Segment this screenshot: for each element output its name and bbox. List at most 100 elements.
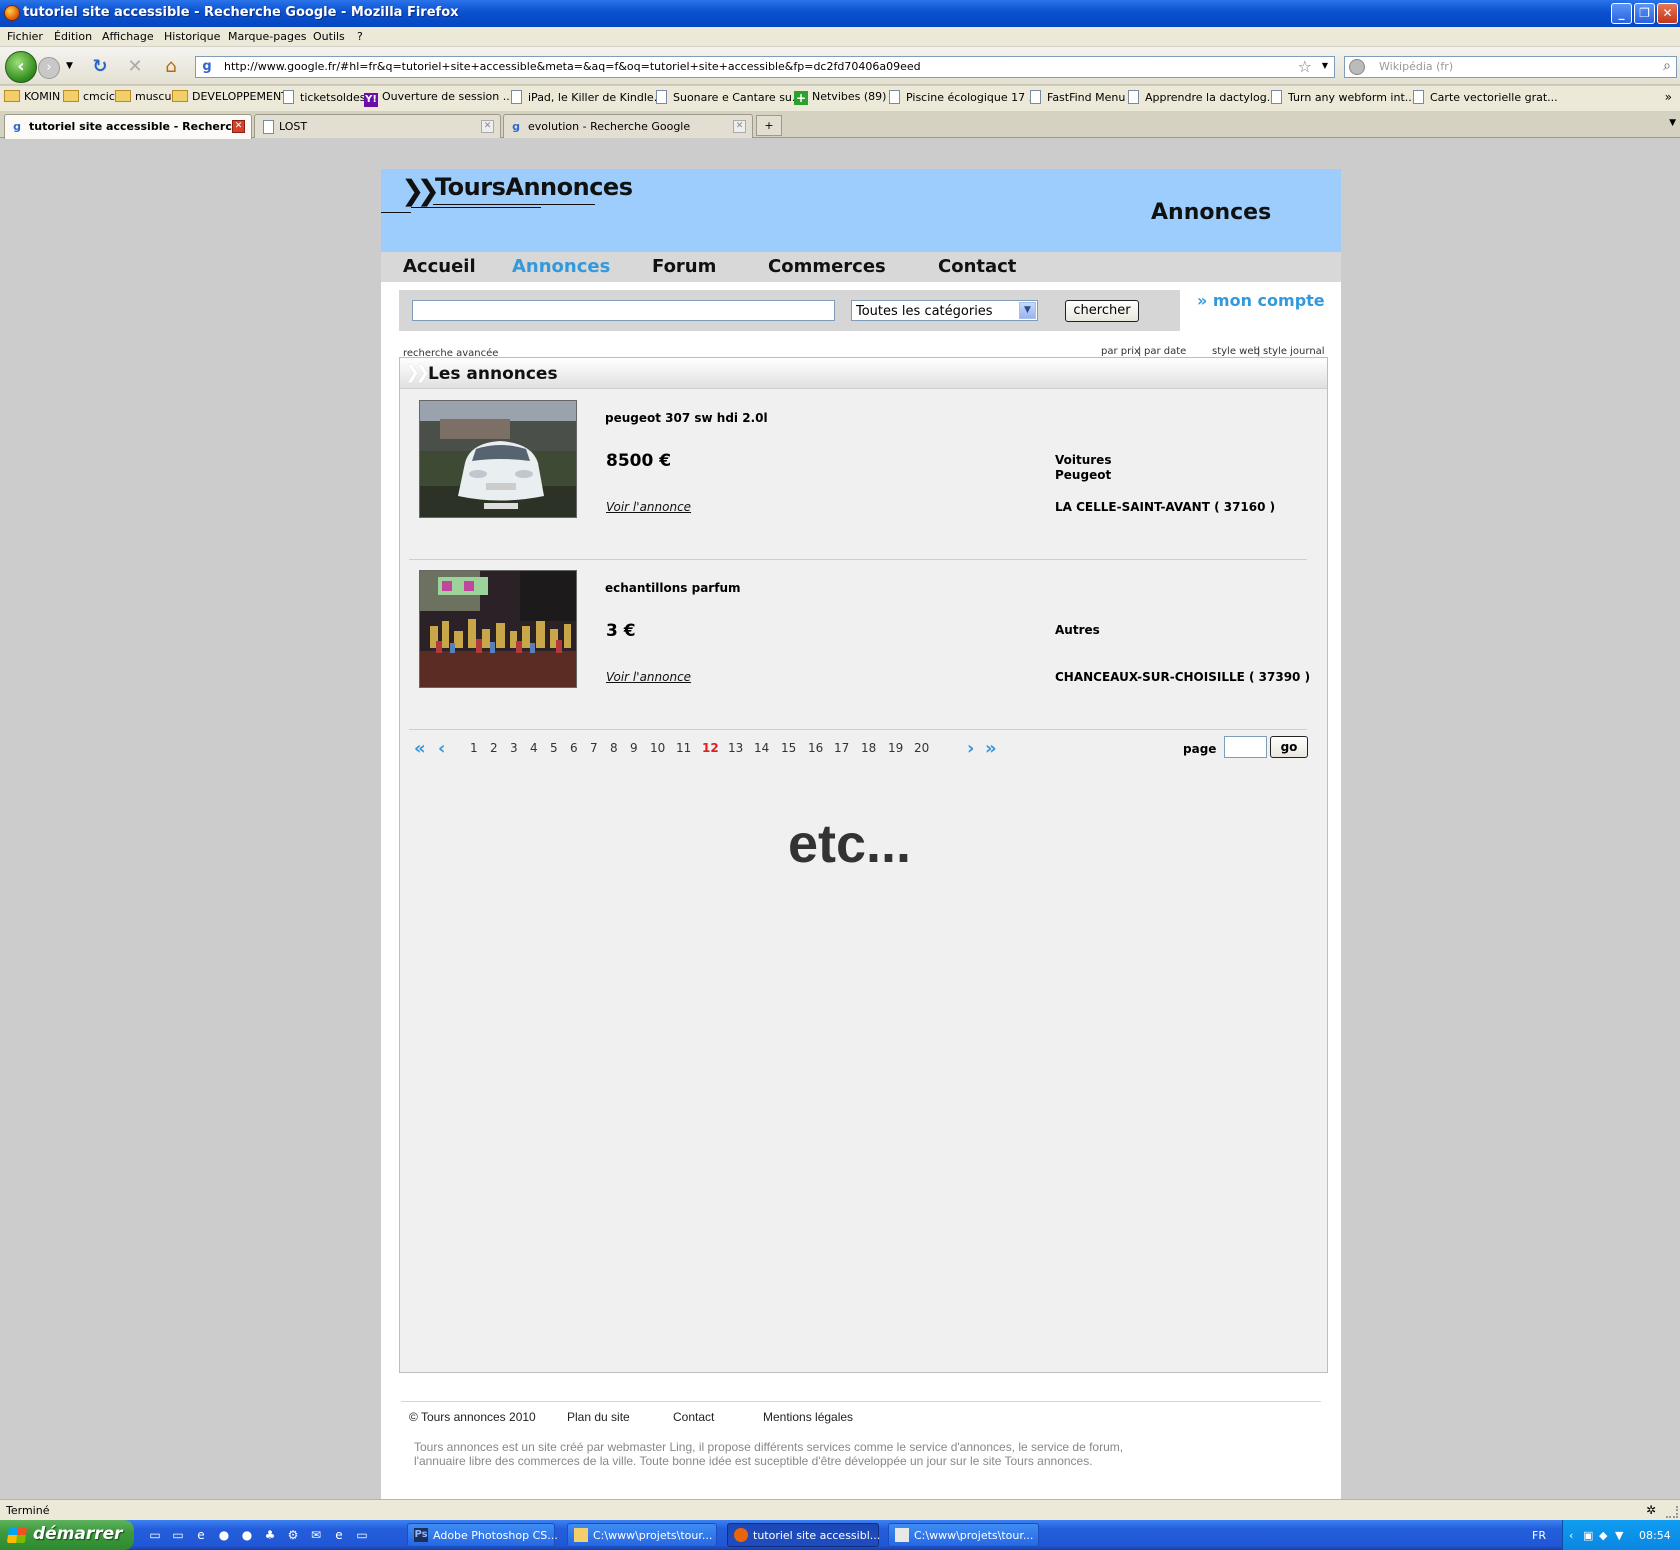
tab-lost[interactable]: LOST ✕ [254, 114, 501, 138]
history-dropdown-icon[interactable]: ▼ [66, 61, 73, 71]
bookmark-item[interactable]: cmcic [63, 90, 115, 108]
category-select[interactable]: Toutes les catégories ▼ [851, 300, 1038, 321]
page-number[interactable]: 2 [490, 741, 498, 755]
wikipedia-icon[interactable] [1349, 59, 1365, 75]
minimize-button[interactable]: _ [1611, 3, 1632, 24]
page-number[interactable]: 17 [834, 741, 849, 755]
network-icon[interactable]: ▣ [1583, 1529, 1593, 1542]
close-tab-icon[interactable]: ✕ [481, 120, 494, 133]
tab-evolution[interactable]: g evolution - Recherche Google ✕ [503, 114, 753, 138]
shield-icon[interactable]: ▼ [1615, 1529, 1623, 1542]
bookmark-item[interactable]: FastFind Menu [1030, 90, 1125, 108]
category-selected[interactable]: Toutes les catégories [856, 304, 993, 319]
chevron-down-icon[interactable]: ▼ [1019, 302, 1036, 319]
bookmark-item[interactable]: KOMIN [4, 90, 60, 108]
firefox-icon[interactable]: ● [239, 1527, 255, 1543]
back-arrow-icon[interactable]: ‹ [5, 51, 37, 83]
listing-photo-car[interactable] [419, 400, 577, 518]
bookmark-item[interactable]: + Netvibes (89) [794, 90, 886, 108]
search-input[interactable] [412, 300, 835, 321]
listing-photo-perfume[interactable] [419, 570, 577, 688]
menu-marque-pages[interactable]: Marque-pages [228, 30, 306, 43]
search-button[interactable]: chercher [1065, 300, 1139, 322]
first-page-icon[interactable]: « [414, 738, 426, 759]
page-number[interactable]: 10 [650, 741, 665, 755]
page-number[interactable]: 13 [728, 741, 743, 755]
nav-annonces[interactable]: Annonces [512, 256, 610, 277]
antivirus-icon[interactable]: ◆ [1599, 1529, 1607, 1542]
chevron-right-icon[interactable]: » [1665, 90, 1672, 104]
page-number[interactable]: 3 [510, 741, 518, 755]
page-number[interactable]: 11 [676, 741, 691, 755]
account-link[interactable]: » mon compte [1197, 291, 1325, 310]
page-number[interactable]: 19 [888, 741, 903, 755]
folder-icon[interactable]: ▭ [170, 1527, 186, 1543]
page-number[interactable]: 9 [630, 741, 638, 755]
bookmark-item[interactable]: Piscine écologique 17 ... [889, 90, 1039, 108]
bookmark-item[interactable]: Carte vectorielle grat... [1413, 90, 1558, 108]
page-number[interactable]: 6 [570, 741, 578, 755]
listing-title[interactable]: peugeot 307 sw hdi 2.0l [605, 411, 768, 425]
bookmark-item[interactable]: iPad, le Killer de Kindle... [511, 90, 664, 108]
reload-icon[interactable]: ↻ [89, 56, 111, 78]
footer-contact-link[interactable]: Contact [673, 1410, 714, 1424]
mail-icon[interactable]: ✉ [308, 1527, 324, 1543]
menu-affichage[interactable]: Affichage [102, 30, 154, 43]
footer-legal-link[interactable]: Mentions légales [763, 1410, 853, 1424]
new-tab-button[interactable]: + [756, 115, 782, 136]
search-engine-placeholder[interactable]: Wikipédia (fr) [1379, 60, 1453, 73]
site-logo[interactable]: ToursAnnonces [435, 173, 633, 201]
close-tab-icon[interactable]: ✕ [733, 120, 746, 133]
forward-arrow-icon[interactable]: › [38, 57, 60, 79]
network-icon[interactable]: ⚙ [285, 1527, 301, 1543]
menu-fichier[interactable]: Fichier [7, 30, 43, 43]
ie-icon[interactable]: e [193, 1527, 209, 1543]
page-number[interactable]: 16 [808, 741, 823, 755]
nav-commerces[interactable]: Commerces [768, 256, 886, 277]
search-engine-box[interactable]: Wikipédia (fr) ⌕ [1344, 56, 1677, 78]
url-text[interactable]: http://www.google.fr/#hl=fr&q=tutoriel+s… [224, 60, 921, 73]
resize-grip[interactable] [1666, 1506, 1678, 1518]
nav-accueil[interactable]: Accueil [403, 256, 476, 277]
bookmark-star-icon[interactable]: ☆ [1298, 57, 1312, 76]
messenger-icon[interactable]: ♣ [262, 1527, 278, 1543]
bookmark-item[interactable]: Turn any webform int... [1271, 90, 1415, 108]
sort-by-date-link[interactable]: par date [1144, 346, 1186, 357]
menu-help[interactable]: ? [357, 30, 363, 43]
menu-outils[interactable]: Outils [313, 30, 345, 43]
url-bar[interactable]: g http://www.google.fr/#hl=fr&q=tutoriel… [195, 56, 1335, 78]
view-listing-link[interactable]: Voir l'annonce [606, 670, 691, 684]
style-web-link[interactable]: style web [1212, 346, 1260, 357]
nav-forum[interactable]: Forum [652, 256, 716, 277]
style-journal-link[interactable]: style journal [1263, 346, 1325, 357]
nav-contact[interactable]: Contact [938, 256, 1016, 277]
task-folder-2[interactable]: C:\www\projets\tour... [888, 1523, 1039, 1547]
footer-sitemap-link[interactable]: Plan du site [567, 1410, 630, 1424]
last-page-icon[interactable]: » [985, 738, 997, 759]
prev-page-icon[interactable]: ‹ [438, 738, 445, 759]
page-number[interactable]: 5 [550, 741, 558, 755]
menu-historique[interactable]: Historique [164, 30, 220, 43]
page-number[interactable]: 14 [754, 741, 769, 755]
bookmark-item[interactable]: ticketsoldes [283, 90, 365, 108]
addon-icon[interactable]: ✲ [1646, 1503, 1656, 1517]
tab-list-dropdown-icon[interactable]: ▼ [1669, 118, 1676, 128]
view-listing-link[interactable]: Voir l'annonce [606, 500, 691, 514]
page-number[interactable]: 7 [590, 741, 598, 755]
page-number-current[interactable]: 12 [702, 741, 719, 755]
task-photoshop[interactable]: Ps Adobe Photoshop CS... [407, 1523, 558, 1547]
task-firefox[interactable]: tutoriel site accessibl... [727, 1523, 880, 1547]
language-indicator[interactable]: FR [1532, 1529, 1546, 1542]
page-go-button[interactable]: go [1270, 736, 1308, 758]
page-number[interactable]: 8 [610, 741, 618, 755]
folder-icon[interactable]: ▭ [354, 1527, 370, 1543]
ie-icon[interactable]: e [331, 1527, 347, 1543]
close-tab-icon[interactable]: ✕ [232, 120, 245, 133]
tray-chevron-icon[interactable]: ‹ [1569, 1529, 1573, 1542]
listing-title[interactable]: echantillons parfum [605, 581, 741, 595]
close-window-button[interactable]: ✕ [1657, 3, 1678, 24]
page-number[interactable]: 20 [914, 741, 929, 755]
home-icon[interactable]: ⌂ [160, 56, 182, 78]
bookmark-item[interactable]: Apprendre la dactylog... [1128, 90, 1277, 108]
stop-icon[interactable]: ✕ [124, 56, 146, 78]
